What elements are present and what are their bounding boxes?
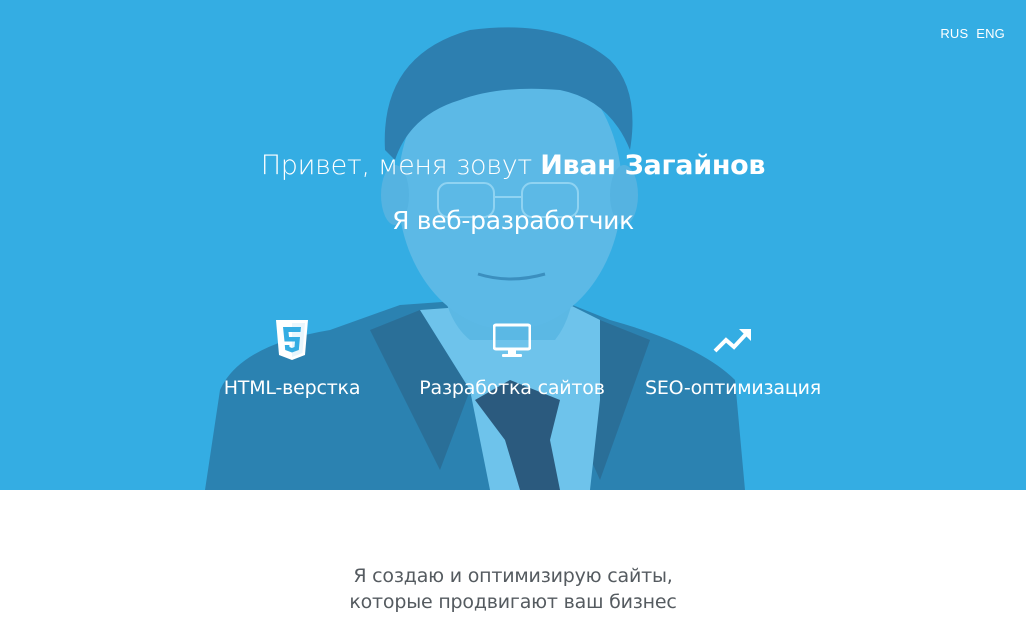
about-line-2: которые продвигают ваш бизнес — [349, 591, 677, 613]
service-label: HTML-верстка — [223, 377, 361, 399]
greeting-prefix: Привет, меня зовут — [260, 150, 541, 181]
language-switch: RUS ENG — [940, 26, 1005, 41]
service-html: HTML-верстка — [172, 320, 412, 399]
hero-section: RUS ENG Привет, меня зовут Иван Загайнов… — [0, 0, 1026, 490]
greeting-heading: Привет, меня зовут Иван Загайнов — [0, 150, 1026, 181]
about-line-1: Я создаю и оптимизирую сайты, — [353, 565, 673, 587]
about-tagline: Я создаю и оптимизирую сайты, которые пр… — [0, 563, 1026, 615]
service-seo: SEO-оптимизация — [613, 320, 853, 399]
lang-rus-link[interactable]: RUS — [940, 26, 968, 41]
hero-subtitle: Я веб-разработчик — [392, 206, 634, 235]
lang-eng-link[interactable]: ENG — [976, 26, 1005, 41]
html5-icon — [172, 320, 412, 364]
monitor-icon — [392, 320, 632, 364]
service-label: SEO-оптимизация — [644, 377, 821, 399]
greeting-name: Иван Загайнов — [540, 150, 766, 181]
trending-up-icon — [613, 320, 853, 364]
service-label: Разработка сайтов — [419, 377, 605, 399]
about-section: Я создаю и оптимизирую сайты, которые пр… — [0, 490, 1026, 631]
portrait-photo — [0, 0, 1026, 490]
service-development: Разработка сайтов — [392, 320, 632, 399]
